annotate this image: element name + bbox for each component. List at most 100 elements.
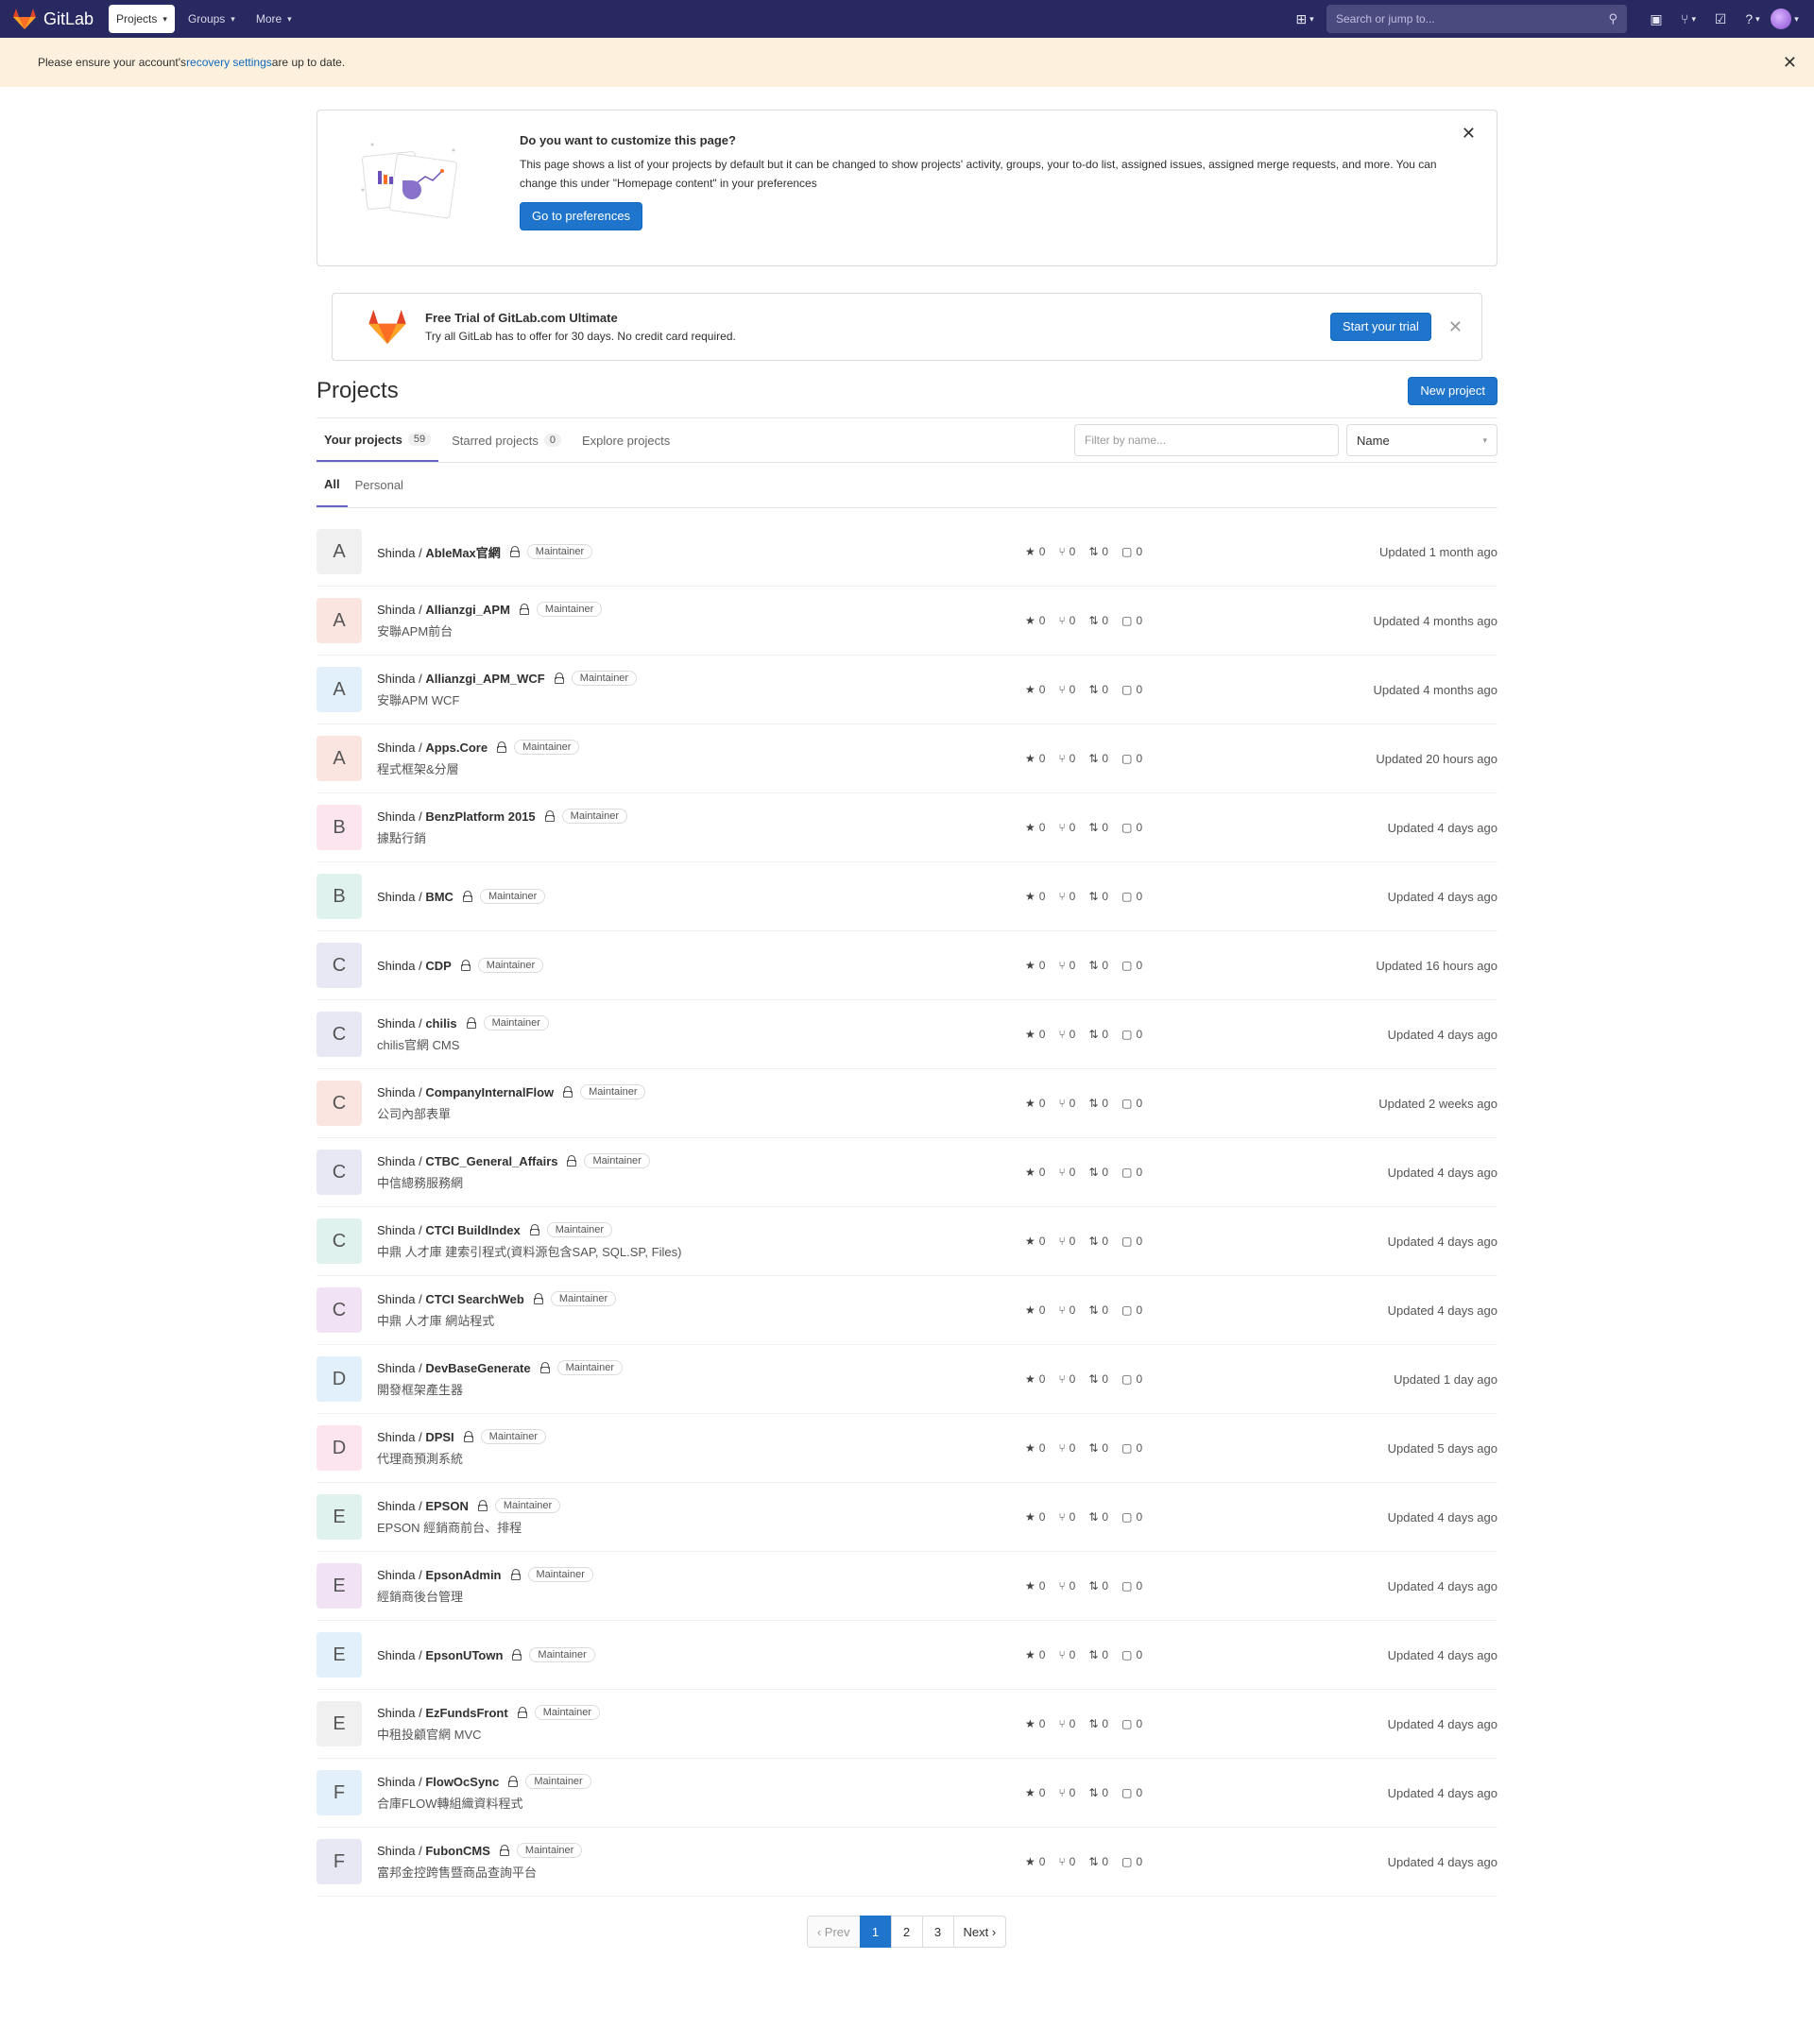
gitlab-logo[interactable]: GitLab bbox=[13, 9, 94, 29]
project-avatar[interactable]: E bbox=[317, 1701, 362, 1746]
forks-stat[interactable]: ⑂ 0 bbox=[1058, 1717, 1075, 1730]
forks-stat[interactable]: ⑂ 0 bbox=[1058, 1303, 1075, 1317]
project-avatar[interactable]: D bbox=[317, 1425, 362, 1471]
merge-requests-stat[interactable]: ⇅ 0 bbox=[1088, 545, 1108, 558]
merge-requests-stat[interactable]: ⇅ 0 bbox=[1088, 890, 1108, 903]
merge-requests-stat[interactable]: ⇅ 0 bbox=[1088, 1097, 1108, 1110]
stars-stat[interactable]: ★ 0 bbox=[1025, 1855, 1045, 1868]
merge-requests-stat[interactable]: ⇅ 0 bbox=[1088, 1510, 1108, 1524]
forks-stat[interactable]: ⑂ 0 bbox=[1058, 545, 1075, 558]
stars-stat[interactable]: ★ 0 bbox=[1025, 1717, 1045, 1730]
go-to-preferences-button[interactable]: Go to preferences bbox=[520, 202, 643, 230]
stars-stat[interactable]: ★ 0 bbox=[1025, 1303, 1045, 1317]
project-link[interactable]: Shinda / Apps.Core bbox=[377, 741, 488, 755]
stars-stat[interactable]: ★ 0 bbox=[1025, 1441, 1045, 1455]
forks-stat[interactable]: ⑂ 0 bbox=[1058, 821, 1075, 834]
filter-by-name-input[interactable] bbox=[1074, 424, 1339, 456]
forks-stat[interactable]: ⑂ 0 bbox=[1058, 959, 1075, 972]
forks-stat[interactable]: ⑂ 0 bbox=[1058, 1441, 1075, 1455]
issues-stat[interactable]: ▢ 0 bbox=[1121, 1648, 1142, 1661]
stars-stat[interactable]: ★ 0 bbox=[1025, 1579, 1045, 1593]
project-link[interactable]: Shinda / Allianzgi_APM bbox=[377, 603, 510, 617]
merge-requests-stat[interactable]: ⇅ 0 bbox=[1088, 752, 1108, 765]
forks-stat[interactable]: ⑂ 0 bbox=[1058, 1786, 1075, 1799]
search-icon[interactable]: ⚲ bbox=[1608, 11, 1617, 26]
stars-stat[interactable]: ★ 0 bbox=[1025, 614, 1045, 627]
tab-your-projects[interactable]: Your projects 59 bbox=[317, 418, 439, 462]
merge-requests-stat[interactable]: ⇅ 0 bbox=[1088, 614, 1108, 627]
project-link[interactable]: Shinda / CTCI BuildIndex bbox=[377, 1223, 521, 1237]
project-avatar[interactable]: C bbox=[317, 1287, 362, 1333]
merge-requests-stat[interactable]: ⇅ 0 bbox=[1088, 1786, 1108, 1799]
prev-page-button[interactable]: ‹ Prev bbox=[806, 1916, 861, 1948]
project-avatar[interactable]: E bbox=[317, 1494, 362, 1540]
nav-more[interactable]: More ▾ bbox=[248, 5, 299, 33]
help-dropdown[interactable]: ? ▾ bbox=[1737, 5, 1769, 33]
project-avatar[interactable]: C bbox=[317, 1012, 362, 1057]
project-avatar[interactable]: C bbox=[317, 1081, 362, 1126]
project-link[interactable]: Shinda / DPSI bbox=[377, 1430, 454, 1444]
issues-stat[interactable]: ▢ 0 bbox=[1121, 1372, 1142, 1386]
merge-requests-stat[interactable]: ⇅ 0 bbox=[1088, 1441, 1108, 1455]
project-avatar[interactable]: D bbox=[317, 1356, 362, 1402]
forks-stat[interactable]: ⑂ 0 bbox=[1058, 683, 1075, 696]
project-link[interactable]: Shinda / CompanyInternalFlow bbox=[377, 1085, 554, 1099]
project-link[interactable]: Shinda / chilis bbox=[377, 1016, 457, 1031]
project-link[interactable]: Shinda / BenzPlatform 2015 bbox=[377, 809, 536, 824]
new-dropdown[interactable]: ⊞ ▾ bbox=[1289, 5, 1321, 33]
issues-stat[interactable]: ▢ 0 bbox=[1121, 614, 1142, 627]
issues-stat[interactable]: ▢ 0 bbox=[1121, 890, 1142, 903]
project-link[interactable]: Shinda / CDP bbox=[377, 959, 452, 973]
stars-stat[interactable]: ★ 0 bbox=[1025, 683, 1045, 696]
page-button[interactable]: 3 bbox=[921, 1916, 954, 1948]
forks-stat[interactable]: ⑂ 0 bbox=[1058, 1579, 1075, 1593]
start-trial-button[interactable]: Start your trial bbox=[1329, 313, 1431, 341]
merge-requests-stat[interactable]: ⇅ 0 bbox=[1088, 821, 1108, 834]
close-icon[interactable]: ✕ bbox=[1783, 53, 1797, 73]
project-link[interactable]: Shinda / EzFundsFront bbox=[377, 1706, 508, 1720]
merge-requests-stat[interactable]: ⇅ 0 bbox=[1088, 1648, 1108, 1661]
subtab-personal[interactable]: Personal bbox=[348, 463, 411, 507]
merge-requests-stat[interactable]: ⇅ 0 bbox=[1088, 1303, 1108, 1317]
project-link[interactable]: Shinda / Allianzgi_APM_WCF bbox=[377, 672, 545, 686]
close-icon[interactable]: ✕ bbox=[1448, 317, 1463, 337]
project-avatar[interactable]: A bbox=[317, 667, 362, 712]
merge-requests-stat[interactable]: ⇅ 0 bbox=[1088, 1235, 1108, 1248]
forks-stat[interactable]: ⑂ 0 bbox=[1058, 1097, 1075, 1110]
project-link[interactable]: Shinda / EpsonUTown bbox=[377, 1648, 503, 1662]
stars-stat[interactable]: ★ 0 bbox=[1025, 1648, 1045, 1661]
project-avatar[interactable]: C bbox=[317, 1150, 362, 1195]
issues-stat[interactable]: ▢ 0 bbox=[1121, 1717, 1142, 1730]
forks-stat[interactable]: ⑂ 0 bbox=[1058, 1166, 1075, 1179]
tab-starred-projects[interactable]: Starred projects 0 bbox=[444, 418, 569, 462]
sort-dropdown[interactable]: Name ▾ bbox=[1346, 424, 1497, 456]
stars-stat[interactable]: ★ 0 bbox=[1025, 1786, 1045, 1799]
merge-requests-stat[interactable]: ⇅ 0 bbox=[1088, 1717, 1108, 1730]
forks-stat[interactable]: ⑂ 0 bbox=[1058, 1028, 1075, 1041]
forks-stat[interactable]: ⑂ 0 bbox=[1058, 1235, 1075, 1248]
user-menu[interactable]: ▾ bbox=[1769, 5, 1801, 33]
new-project-button[interactable]: New project bbox=[1408, 377, 1497, 405]
issues-stat[interactable]: ▢ 0 bbox=[1121, 1097, 1142, 1110]
issues-stat[interactable]: ▢ 0 bbox=[1121, 1441, 1142, 1455]
page-button[interactable]: 2 bbox=[890, 1916, 923, 1948]
search-input[interactable] bbox=[1336, 12, 1609, 26]
stars-stat[interactable]: ★ 0 bbox=[1025, 752, 1045, 765]
nav-groups[interactable]: Groups ▾ bbox=[180, 5, 243, 33]
stars-stat[interactable]: ★ 0 bbox=[1025, 1097, 1045, 1110]
forks-stat[interactable]: ⑂ 0 bbox=[1058, 1510, 1075, 1524]
merge-requests-stat[interactable]: ⇅ 0 bbox=[1088, 683, 1108, 696]
merge-requests-stat[interactable]: ⇅ 0 bbox=[1088, 1372, 1108, 1386]
stars-stat[interactable]: ★ 0 bbox=[1025, 890, 1045, 903]
issues-stat[interactable]: ▢ 0 bbox=[1121, 545, 1142, 558]
page-button[interactable]: 1 bbox=[859, 1916, 892, 1948]
issues-stat[interactable]: ▢ 0 bbox=[1121, 1579, 1142, 1593]
issues-stat[interactable]: ▢ 0 bbox=[1121, 683, 1142, 696]
forks-stat[interactable]: ⑂ 0 bbox=[1058, 1648, 1075, 1661]
project-avatar[interactable]: E bbox=[317, 1632, 362, 1678]
forks-stat[interactable]: ⑂ 0 bbox=[1058, 890, 1075, 903]
stars-stat[interactable]: ★ 0 bbox=[1025, 959, 1045, 972]
stars-stat[interactable]: ★ 0 bbox=[1025, 821, 1045, 834]
issues-stat[interactable]: ▢ 0 bbox=[1121, 959, 1142, 972]
project-avatar[interactable]: A bbox=[317, 598, 362, 643]
